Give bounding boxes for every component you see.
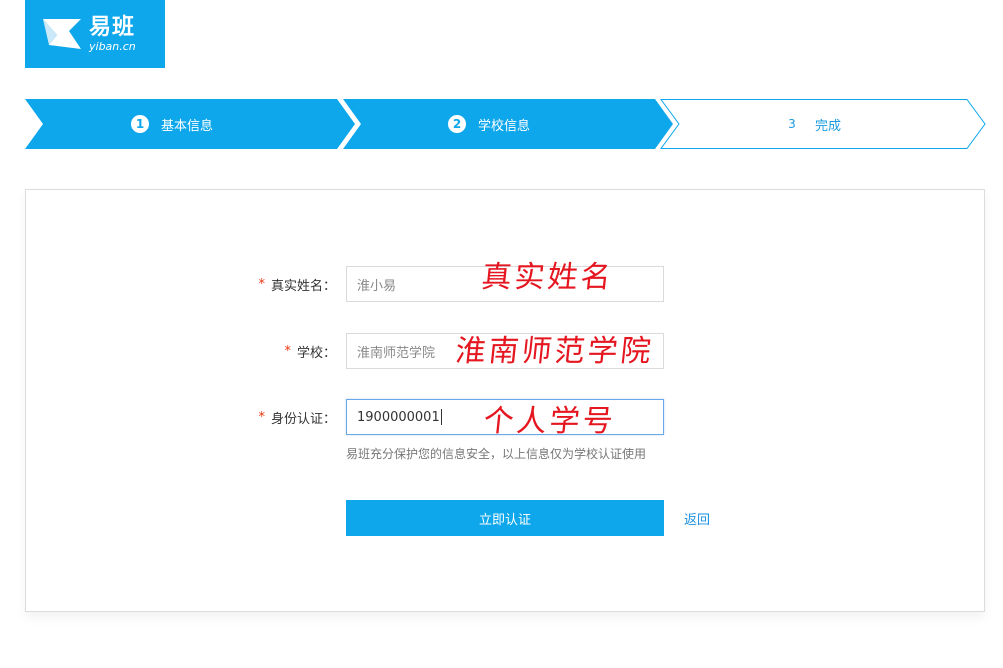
yiban-logo[interactable]: 易班 yiban.cn bbox=[25, 0, 165, 68]
logo-name-en: yiban.cn bbox=[89, 39, 136, 53]
school-label: * 学校： bbox=[284, 333, 336, 369]
school-label-text: 学校： bbox=[296, 345, 336, 361]
step-progress: 1 基本信息 2 学校信息 3 完成 bbox=[25, 99, 987, 149]
annotation-school: 淮南师范学院 bbox=[453, 334, 656, 369]
required-mark: * bbox=[258, 409, 265, 425]
yiban-logo-icon bbox=[43, 19, 81, 49]
annotation-real-name: 真实姓名 bbox=[479, 260, 616, 295]
verify-now-button[interactable]: 立即认证 bbox=[346, 500, 664, 536]
step-2-number: 2 bbox=[448, 115, 466, 133]
name-label: * 真实姓名： bbox=[258, 266, 336, 302]
back-link[interactable]: 返回 bbox=[684, 500, 710, 536]
step-1-number: 1 bbox=[131, 115, 149, 133]
identity-value: 1900000001 bbox=[357, 409, 440, 425]
real-name-value: 淮小易 bbox=[357, 278, 397, 294]
verification-form-panel: * 真实姓名： 淮小易 真实姓名 * 学校： 淮南师范学院 淮南师范学院 * 身… bbox=[25, 189, 985, 612]
privacy-hint: 易班充分保护您的信息安全，以上信息仅为学校认证使用 bbox=[346, 447, 647, 461]
required-mark: * bbox=[284, 343, 291, 359]
school-value: 淮南师范学院 bbox=[357, 345, 436, 361]
step-3: 3 完成 bbox=[783, 99, 841, 149]
id-label-text: 身份认证： bbox=[270, 411, 336, 427]
logo-name-cn: 易班 bbox=[89, 14, 136, 40]
step-2: 2 学校信息 bbox=[448, 99, 530, 149]
annotation-student-id: 个人学号 bbox=[481, 404, 618, 439]
step-3-number: 3 bbox=[788, 117, 796, 131]
step-1: 1 基本信息 bbox=[131, 99, 213, 149]
name-label-text: 真实姓名： bbox=[270, 278, 336, 294]
step-1-label: 基本信息 bbox=[161, 118, 214, 134]
text-caret bbox=[440, 409, 442, 425]
step-2-label: 学校信息 bbox=[478, 118, 531, 134]
required-mark: * bbox=[258, 276, 265, 292]
logo-wordmark: 易班 yiban.cn bbox=[89, 14, 136, 53]
id-label: * 身份认证： bbox=[258, 399, 336, 435]
step-3-label: 完成 bbox=[815, 118, 842, 134]
